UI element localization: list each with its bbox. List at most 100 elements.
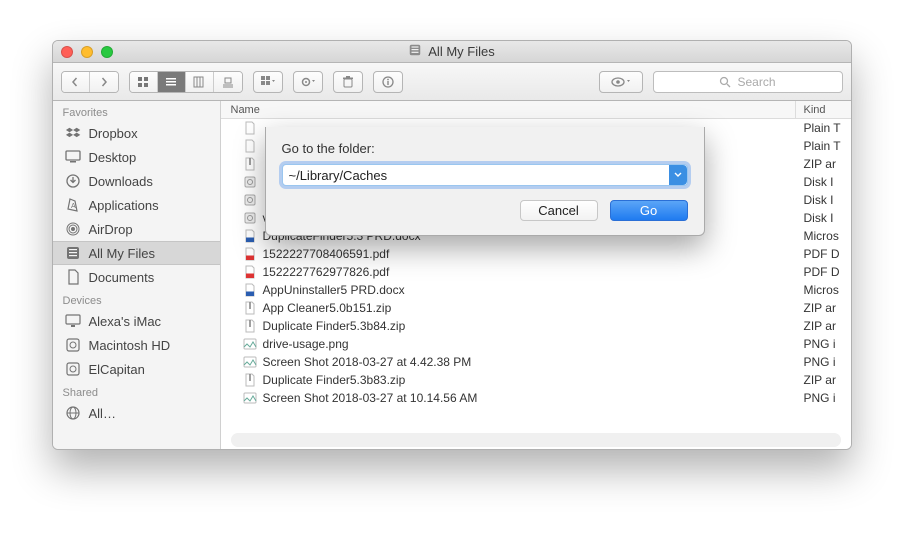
column-header-name[interactable]: Name	[221, 101, 796, 118]
file-kind: Disk I	[796, 211, 851, 225]
txt-file-icon	[243, 121, 257, 135]
pdf-file-icon	[243, 247, 257, 261]
sidebar-item[interactable]: Documents	[53, 265, 220, 289]
file-name: 1522227762977826.pdf	[263, 265, 390, 279]
nav-segment	[61, 71, 119, 93]
sidebar-item-label: All…	[89, 406, 116, 421]
cancel-button[interactable]: Cancel	[520, 200, 598, 221]
sidebar-item[interactable]: AirDrop	[53, 217, 220, 241]
column-view-button[interactable]	[186, 72, 214, 92]
file-row[interactable]: 1522227708406591.pdfPDF D	[221, 245, 851, 263]
sidebar-item-label: All My Files	[89, 246, 155, 261]
sidebar-item-label: Alexa's iMac	[89, 314, 162, 329]
dmg-file-icon	[243, 175, 257, 189]
sidebar-item-label: ElCapitan	[89, 362, 145, 377]
png-file-icon	[243, 355, 257, 369]
info-button[interactable]	[373, 71, 403, 93]
applications-icon: A	[65, 197, 81, 213]
imac-icon	[65, 313, 81, 329]
file-row[interactable]: App Cleaner5.0b151.zip ZIP ar	[221, 299, 851, 317]
file-kind: PNG i	[796, 337, 851, 351]
sidebar-item[interactable]: All…	[53, 401, 220, 425]
sidebar-item-label: Documents	[89, 270, 155, 285]
file-row[interactable]: AppUninstaller5 PRD.docx Micros	[221, 281, 851, 299]
sidebar-item-label: Desktop	[89, 150, 137, 165]
file-kind: Disk I	[796, 175, 851, 189]
allmyfiles-icon	[65, 245, 81, 261]
globe-icon	[65, 405, 81, 421]
go-button[interactable]: Go	[610, 200, 688, 221]
file-kind: ZIP ar	[796, 301, 851, 315]
trash-button[interactable]	[333, 71, 363, 93]
back-button[interactable]	[62, 72, 90, 92]
file-name: Duplicate Finder5.3b83.zip	[263, 373, 406, 387]
forward-button[interactable]	[90, 72, 118, 92]
path-dropdown-button[interactable]	[669, 165, 687, 185]
file-name: Duplicate Finder5.3b84.zip	[263, 319, 406, 333]
allmyfiles-icon	[408, 43, 422, 60]
file-row[interactable]: 1522227762977826.pdfPDF D	[221, 263, 851, 281]
file-row[interactable]: Duplicate Finder5.3b83.zip ZIP ar	[221, 371, 851, 389]
folder-path-value: ~/Library/Caches	[289, 168, 388, 183]
file-kind: ZIP ar	[796, 373, 851, 387]
file-kind: Micros	[796, 283, 851, 297]
action-gear-button[interactable]	[293, 71, 323, 93]
search-placeholder: Search	[737, 75, 775, 89]
file-kind: PNG i	[796, 391, 851, 405]
sidebar-item[interactable]: Downloads	[53, 169, 220, 193]
file-row[interactable]: Screen Shot 2018-03-27 at 4.42.38 PMPNG …	[221, 353, 851, 371]
folder-path-input[interactable]: ~/Library/Caches	[282, 164, 688, 186]
sidebar-item-label: Applications	[89, 198, 159, 213]
documents-icon	[65, 269, 81, 285]
zip-file-icon	[243, 301, 257, 315]
png-file-icon	[243, 391, 257, 405]
sidebar-item[interactable]: A Applications	[53, 193, 220, 217]
dmg-file-icon	[243, 193, 257, 207]
file-name: AppUninstaller5 PRD.docx	[263, 283, 405, 297]
view-mode-segment	[129, 71, 243, 93]
file-kind: Micros	[796, 229, 851, 243]
zoom-window-button[interactable]	[101, 46, 113, 58]
file-name: App Cleaner5.0b151.zip	[263, 301, 392, 315]
sidebar-section-header: Shared	[53, 381, 220, 401]
file-kind: PNG i	[796, 355, 851, 369]
sidebar-item-label: AirDrop	[89, 222, 133, 237]
sidebar-item-label: Macintosh HD	[89, 338, 171, 353]
sidebar-item[interactable]: All My Files	[53, 241, 220, 265]
pdf-file-icon	[243, 265, 257, 279]
sidebar-item[interactable]: Macintosh HD	[53, 333, 220, 357]
file-kind: Plain T	[796, 121, 851, 135]
horizontal-scrollbar[interactable]	[231, 433, 841, 447]
quicklook-button[interactable]	[599, 71, 643, 93]
sidebar-item[interactable]: Desktop	[53, 145, 220, 169]
sidebar-section-header: Favorites	[53, 101, 220, 121]
go-to-folder-dialog: Go to the folder: ~/Library/Caches Cance…	[265, 127, 705, 236]
column-header-kind[interactable]: Kind	[796, 101, 851, 118]
sidebar-item[interactable]: Dropbox	[53, 121, 220, 145]
sidebar-item[interactable]: ElCapitan	[53, 357, 220, 381]
docx-file-icon	[243, 283, 257, 297]
search-field[interactable]: Search	[653, 71, 843, 93]
downloads-icon	[65, 173, 81, 189]
sidebar-item[interactable]: Alexa's iMac	[53, 309, 220, 333]
minimize-window-button[interactable]	[81, 46, 93, 58]
file-name: Screen Shot 2018-03-27 at 10.14.56 AM	[263, 391, 478, 405]
file-row[interactable]: Duplicate Finder5.3b84.zipZIP ar	[221, 317, 851, 335]
window-title: All My Files	[428, 44, 494, 59]
column-header-row: Name Kind	[221, 101, 851, 119]
file-kind: PDF D	[796, 247, 851, 261]
arrange-button[interactable]	[253, 71, 283, 93]
traffic-lights	[53, 46, 113, 58]
file-row[interactable]: Screen Shot 2018-03-27 at 10.14.56 AM PNG…	[221, 389, 851, 407]
file-kind: ZIP ar	[796, 157, 851, 171]
file-row[interactable]: drive-usage.pngPNG i	[221, 335, 851, 353]
close-window-button[interactable]	[61, 46, 73, 58]
sidebar-item-label: Dropbox	[89, 126, 138, 141]
desktop-icon	[65, 149, 81, 165]
coverflow-view-button[interactable]	[214, 72, 242, 92]
hdd-icon	[65, 337, 81, 353]
list-view-button[interactable]	[158, 72, 186, 92]
toolbar: Search	[53, 63, 851, 101]
png-file-icon	[243, 337, 257, 351]
icon-view-button[interactable]	[130, 72, 158, 92]
